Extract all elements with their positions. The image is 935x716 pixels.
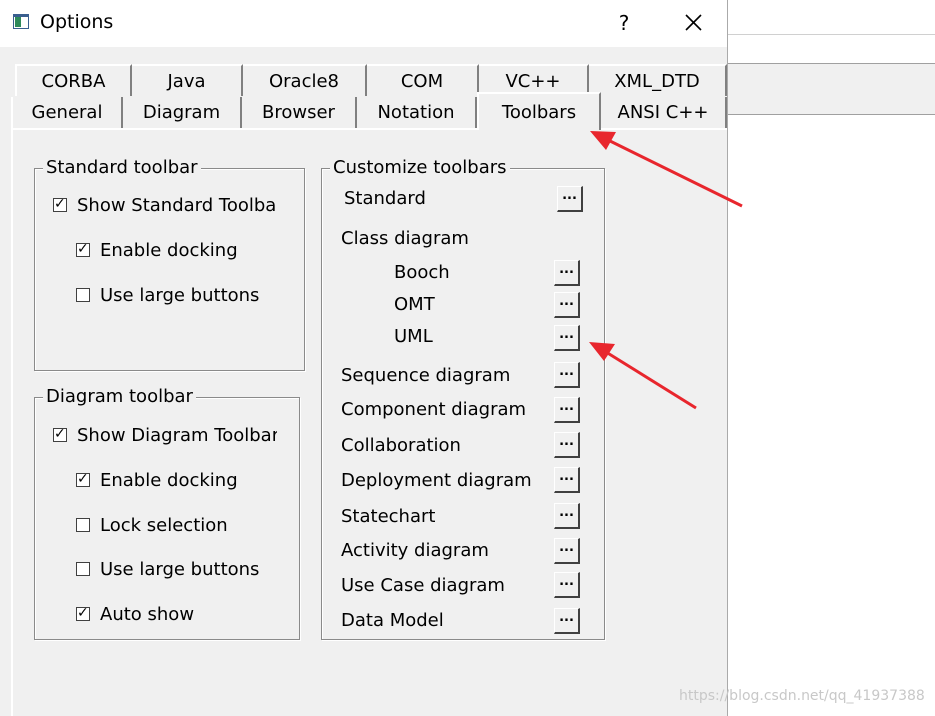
annotation-arrows xyxy=(589,131,743,410)
watermark: https://blog.csdn.net/qq_41937388 xyxy=(679,688,925,704)
arrow-to-toolbars-tab xyxy=(590,131,743,208)
tab-toolbars[interactable]: Toolbars xyxy=(477,92,601,130)
arrow-to-uml-button xyxy=(589,342,697,410)
